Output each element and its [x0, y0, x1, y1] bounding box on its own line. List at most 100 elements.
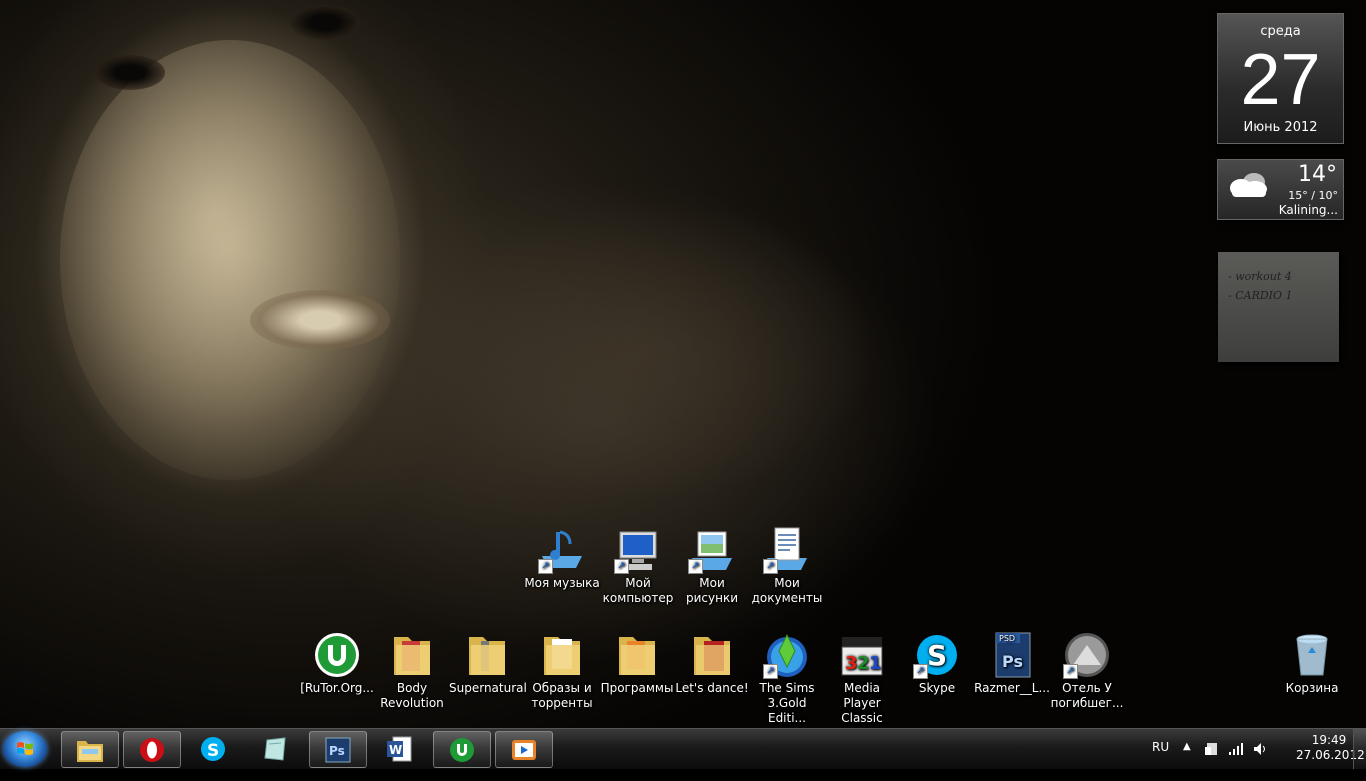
taskbar-utorrent[interactable] — [433, 731, 491, 768]
recycle-bin-icon — [1288, 631, 1336, 679]
svg-text:Ps: Ps — [329, 744, 345, 758]
weather-range: 15° / 10° — [1288, 189, 1338, 202]
icon-label: Let's dance! — [675, 681, 749, 695]
shortcut-arrow-icon: ↗ — [1063, 664, 1078, 679]
desktop-icon-lets-dance[interactable]: Let's dance! — [674, 631, 750, 696]
skype-icon: S — [201, 737, 225, 761]
calendar-day: 27 — [1240, 40, 1321, 120]
desktop-icon-hotel[interactable]: ↗ Отель У погибшег... — [1049, 631, 1125, 711]
notes-icon — [264, 737, 286, 761]
start-button[interactable] — [3, 731, 47, 767]
sims-icon: ↗ — [763, 631, 811, 679]
svg-text:W: W — [389, 743, 402, 757]
shortcut-arrow-icon: ↗ — [913, 664, 928, 679]
note-line: - workout 4 — [1228, 270, 1292, 283]
weather-city: Kalining... — [1278, 203, 1338, 217]
icon-label: Мои рисунки — [685, 576, 738, 605]
svg-text:S: S — [207, 741, 219, 761]
shortcut-arrow-icon: ↗ — [763, 559, 778, 574]
weather-temperature: 14° — [1298, 162, 1337, 187]
utorrent-icon — [313, 631, 361, 679]
mpc-icon: 321 — [838, 631, 886, 679]
folder-icon — [538, 631, 586, 679]
taskbar-explorer[interactable] — [61, 731, 119, 768]
app-icon: ↗ — [1063, 631, 1111, 679]
utorrent-icon — [450, 738, 474, 762]
icon-label: Моя музыка — [524, 576, 600, 590]
media-player-icon — [512, 740, 536, 760]
desktop-icon-my-pictures[interactable]: ↗ Мои рисунки — [674, 526, 750, 606]
desktop-icon-images-torrents[interactable]: Образы и торренты — [524, 631, 600, 711]
taskbar-sticky-notes[interactable] — [247, 731, 303, 766]
desktop-icon-my-computer[interactable]: ↗ Мой компьютер — [600, 526, 676, 606]
calendar-weekday: среда — [1260, 24, 1301, 39]
desktop-icon-supernatural[interactable]: Supernatural — [449, 631, 527, 696]
icon-label: Корзина — [1285, 681, 1339, 695]
folder-icon — [688, 631, 736, 679]
computer-icon: ↗ — [614, 526, 662, 574]
icon-label: Программы — [600, 681, 674, 695]
weather-gadget[interactable]: 14° 15° / 10° Kalining... — [1217, 159, 1344, 220]
icon-label: [RuTor.Org... — [300, 681, 374, 695]
desktop-icon-my-music[interactable]: ↗ Моя музыка — [524, 526, 600, 591]
calendar-gadget[interactable]: среда 27 Июнь 2012 — [1217, 13, 1344, 144]
svg-text:3: 3 — [845, 653, 858, 674]
desktop-wallpaper — [0, 0, 1366, 728]
documents-icon: ↗ — [763, 526, 811, 574]
calendar-month-year: Июнь 2012 — [1243, 120, 1318, 135]
folder-icon — [613, 631, 661, 679]
taskbar-media-player[interactable] — [495, 731, 553, 768]
action-center-icon[interactable] — [1204, 741, 1220, 757]
taskbar: S Ps W RU ▲ 19:49 27.06.2012 — [0, 728, 1366, 769]
opera-icon — [140, 738, 164, 762]
desktop-icon-media-player-classic[interactable]: 321 Media Player Classic — [824, 631, 900, 726]
icon-label: Media Player Classic — [841, 681, 883, 725]
windows-logo-icon — [17, 742, 33, 755]
icon-label: Образы и торренты — [531, 681, 593, 710]
folder-icon — [388, 631, 436, 679]
svg-text:Ps: Ps — [1002, 652, 1023, 671]
shortcut-arrow-icon: ↗ — [614, 559, 629, 574]
icon-label: Отель У погибшег... — [1050, 681, 1124, 710]
desktop-icon-body-revolution[interactable]: Body Revolution — [374, 631, 450, 711]
svg-text:S: S — [927, 639, 947, 672]
shortcut-arrow-icon: ↗ — [763, 664, 778, 679]
icon-label: Мои документы — [751, 576, 823, 605]
language-indicator[interactable]: RU — [1152, 740, 1169, 780]
icon-label: Мой компьютер — [602, 576, 674, 605]
folder-icon — [463, 631, 511, 679]
desktop-icon-my-documents[interactable]: ↗ Мои документы — [749, 526, 825, 606]
svg-text:2: 2 — [857, 653, 870, 674]
explorer-icon — [77, 741, 103, 762]
desktop-icon-razmer-psd[interactable]: PSD Ps Razmer__L... — [974, 631, 1050, 696]
music-folder-icon: ↗ — [538, 526, 586, 574]
desktop-icon-sims3[interactable]: ↗ The Sims 3.Gold Editi... — [749, 631, 825, 726]
desktop-icon-programs[interactable]: Программы — [599, 631, 675, 696]
cloud-icon — [1230, 173, 1267, 197]
icon-label: Razmer__L... — [974, 681, 1050, 695]
desktop-icon-skype[interactable]: S ↗ Skype — [899, 631, 975, 696]
taskbar-skype[interactable]: S — [185, 731, 241, 766]
show-hidden-icons-icon[interactable]: ▲ — [1183, 741, 1191, 781]
desktop-icon-recycle-bin[interactable]: Корзина — [1274, 631, 1350, 696]
icon-label: Body Revolution — [380, 681, 444, 710]
photoshop-icon: Ps — [325, 737, 351, 763]
network-icon[interactable] — [1228, 741, 1244, 757]
icon-label: Skype — [918, 681, 956, 695]
taskbar-word[interactable]: W — [371, 731, 427, 766]
desktop-icon-rutor[interactable]: [RuTor.Org... — [299, 631, 375, 696]
taskbar-photoshop[interactable]: Ps — [309, 731, 367, 768]
sticky-note-gadget[interactable]: - workout 4 - CARDIO 1 — [1218, 252, 1339, 362]
shortcut-arrow-icon: ↗ — [538, 559, 553, 574]
skype-icon: S ↗ — [913, 631, 961, 679]
svg-text:1: 1 — [869, 653, 882, 674]
icon-label: Supernatural — [449, 681, 527, 695]
show-desktop-button[interactable] — [1353, 729, 1366, 769]
taskbar-opera[interactable] — [123, 731, 181, 768]
psd-file-icon: PSD Ps — [988, 631, 1036, 679]
word-icon: W — [387, 736, 412, 762]
volume-icon[interactable] — [1253, 741, 1269, 757]
icon-label: The Sims 3.Gold Editi... — [759, 681, 815, 725]
svg-text:PSD: PSD — [999, 634, 1015, 643]
note-line: - CARDIO 1 — [1228, 289, 1293, 302]
